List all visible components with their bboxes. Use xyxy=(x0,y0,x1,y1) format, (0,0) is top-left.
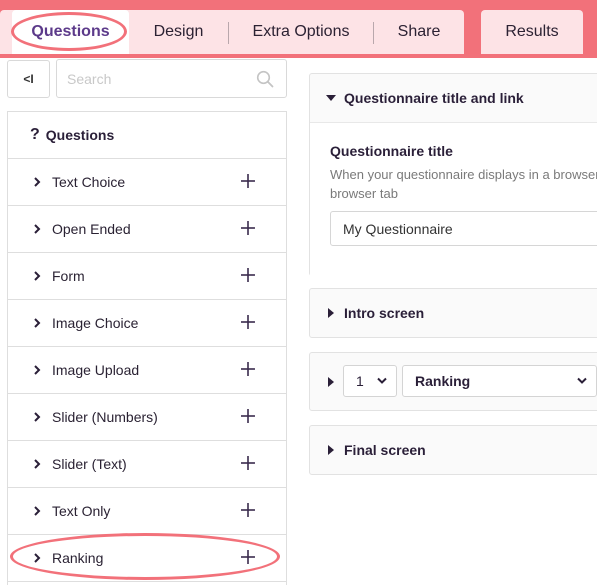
caret-down-icon xyxy=(326,95,336,101)
chevron-right-icon xyxy=(34,506,41,516)
questionnaire-title-help: When your questionnaire displays in a br… xyxy=(330,167,597,182)
final-screen-panel[interactable]: Final screen xyxy=(309,425,597,475)
chevron-down-icon xyxy=(577,377,587,384)
chevron-right-icon xyxy=(34,177,41,187)
collapse-sidebar-button[interactable]: <I xyxy=(7,60,50,98)
plus-icon[interactable] xyxy=(240,361,256,377)
question-type-select[interactable]: Ranking xyxy=(402,365,597,397)
question-type-label: Image Upload xyxy=(52,362,140,378)
question-type-label: Slider (Text) xyxy=(52,456,127,472)
tab-results[interactable]: Results xyxy=(481,10,583,54)
final-screen-header[interactable]: Final screen xyxy=(310,426,597,474)
chevron-right-icon xyxy=(34,271,41,281)
question-type-ranking[interactable]: Ranking xyxy=(8,535,286,582)
chevron-right-icon xyxy=(328,445,334,455)
plus-icon[interactable] xyxy=(240,314,256,330)
search-icon[interactable] xyxy=(256,70,274,88)
tab-share[interactable]: Share xyxy=(374,10,464,54)
question-number-select[interactable]: 1 xyxy=(343,365,397,397)
question-type-image-upload[interactable]: Image Upload xyxy=(8,347,286,394)
questionnaire-title-label: Questionnaire title xyxy=(330,143,453,159)
question-type-image-choice[interactable]: Image Choice xyxy=(8,300,286,347)
question-type-label: Form xyxy=(52,268,85,284)
chevron-right-icon[interactable] xyxy=(327,377,335,387)
plus-icon[interactable] xyxy=(240,408,256,424)
question-type-label: Ranking xyxy=(52,550,104,566)
question-mark-icon: ? xyxy=(30,126,40,143)
question-type-open-ended[interactable]: Open Ended xyxy=(8,206,286,253)
chevron-right-icon xyxy=(328,308,334,318)
plus-icon[interactable] xyxy=(240,220,256,236)
intro-screen-header[interactable]: Intro screen xyxy=(310,289,597,337)
tab-extra-options[interactable]: Extra Options xyxy=(229,10,373,54)
intro-screen-panel[interactable]: Intro screen xyxy=(309,288,597,338)
title-panel-heading: Questionnaire title and link xyxy=(344,90,524,106)
chevron-right-icon xyxy=(34,365,41,375)
question-type-label: Slider (Numbers) xyxy=(52,409,158,425)
plus-icon[interactable] xyxy=(240,455,256,471)
question-type-form[interactable]: Form xyxy=(8,253,286,300)
plus-icon[interactable] xyxy=(240,173,256,189)
search-box xyxy=(56,59,287,98)
tab-design[interactable]: Design xyxy=(129,10,228,54)
chevron-right-icon xyxy=(34,318,41,328)
question-list-header: ? Questions xyxy=(8,112,286,159)
questionnaire-title-panel: Questionnaire title and link Questionnai… xyxy=(309,73,597,278)
question-type-text-only[interactable]: Text Only xyxy=(8,488,286,535)
search-input[interactable] xyxy=(57,60,247,97)
question-type-label: Text Only xyxy=(52,503,111,519)
question-type-value: Ranking xyxy=(415,373,471,389)
question-type-label: Image Choice xyxy=(52,315,139,331)
question-type-slider-numbers[interactable]: Slider (Numbers) xyxy=(8,394,286,441)
plus-icon[interactable] xyxy=(240,267,256,283)
chevron-down-icon xyxy=(377,377,387,384)
question-1-panel: 1 Ranking xyxy=(309,352,597,411)
question-type-list: ? Questions Text Choice Open Ended Form … xyxy=(7,111,287,585)
question-list-title: Questions xyxy=(45,127,115,143)
plus-icon[interactable] xyxy=(240,549,256,565)
final-screen-heading: Final screen xyxy=(344,442,426,458)
questionnaire-title-help-2: browser tab xyxy=(330,186,398,201)
title-panel-body: Questionnaire title When your questionna… xyxy=(310,122,597,278)
question-type-slider-text[interactable]: Slider (Text) xyxy=(8,441,286,488)
question-type-label: Open Ended xyxy=(52,221,131,237)
questionnaire-title-input[interactable] xyxy=(330,211,597,246)
chevron-right-icon xyxy=(34,224,41,234)
tab-questions[interactable]: Questions xyxy=(12,10,129,54)
question-type-label: Text Choice xyxy=(52,174,126,190)
intro-screen-heading: Intro screen xyxy=(344,305,425,321)
plus-icon[interactable] xyxy=(240,502,256,518)
chevron-right-icon xyxy=(34,459,41,469)
question-type-text-choice[interactable]: Text Choice xyxy=(8,159,286,206)
title-panel-header[interactable]: Questionnaire title and link xyxy=(310,74,597,122)
question-number-value: 1 xyxy=(356,373,364,389)
chevron-right-icon xyxy=(34,553,41,563)
chevron-right-icon xyxy=(34,412,41,422)
